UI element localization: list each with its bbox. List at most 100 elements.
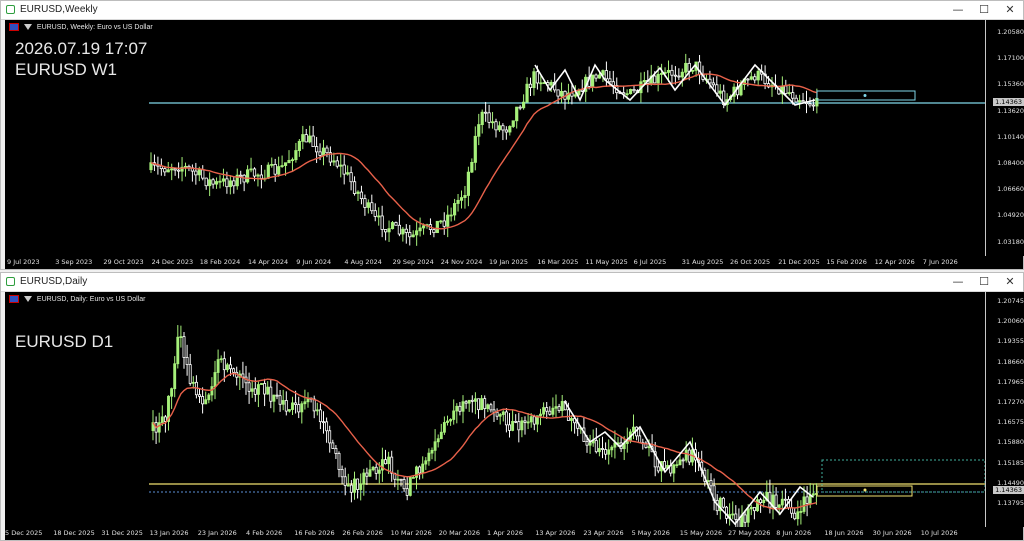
daily-candle-body (353, 478, 356, 493)
weekly-candle-body (270, 163, 274, 166)
weekly-price-label: 1.04920 (997, 211, 1024, 220)
weekly-candle-body (176, 169, 181, 172)
weekly-candle-body (494, 121, 498, 131)
weekly-time-label: 29 Sep 2024 (392, 258, 434, 266)
daily-time-label: 13 Apr 2026 (535, 529, 576, 537)
weekly-time-label: 21 Dec 2025 (778, 258, 820, 266)
weekly-plot-area[interactable]: EURUSD, Weekly: Euro vs US Dollar 2026.0… (5, 20, 985, 256)
daily-titlebar[interactable]: EURUSD,Daily — ☐ ✕ (1, 273, 1023, 292)
daily-candle-body (439, 431, 443, 440)
weekly-candle-body (166, 169, 170, 173)
weekly-candle-body (352, 181, 357, 194)
chart-app-icon (6, 5, 15, 14)
weekly-time-scale[interactable]: 9 Jul 2023 3 Sep 2023 29 Oct 2023 24 Dec 20… (5, 256, 1023, 269)
daily-candle-body (721, 497, 725, 508)
weekly-price-label: 1.03180 (997, 237, 1024, 246)
chart-menu-icon[interactable] (23, 24, 32, 30)
weekly-candle-body (497, 125, 502, 131)
daily-candle-body (340, 469, 344, 478)
weekly-candle-body (359, 191, 364, 200)
flag-icon (9, 295, 19, 303)
weekly-price-scale[interactable]: 1.20580 1.17100 1.15360 1.13620 1.10140 1.084… (985, 20, 1024, 256)
daily-candle-body (480, 398, 484, 411)
weekly-candle-body (356, 191, 360, 194)
weekly-candle-body (401, 228, 405, 235)
chart-menu-icon[interactable] (23, 296, 32, 302)
weekly-time-label: 6 Jul 2025 (633, 258, 667, 266)
weekly-candle-body (225, 178, 229, 188)
weekly-candle-body (221, 178, 226, 182)
weekly-candle-body (318, 151, 322, 156)
daily-candle-body (749, 507, 753, 510)
daily-candle-body (467, 399, 471, 404)
weekly-candle-body (411, 234, 415, 238)
minimize-button[interactable]: — (945, 273, 971, 291)
daily-candle-body (687, 449, 691, 463)
weekly-price-label: 1.08400 (997, 159, 1024, 167)
weekly-candle-body (390, 222, 395, 230)
weekly-projection-marker (863, 94, 867, 97)
daily-candle-body (390, 456, 394, 474)
weekly-header-text: EURUSD, Weekly: Euro vs US Dollar (36, 23, 153, 31)
weekly-candle-body (611, 81, 615, 86)
weekly-candle-body (163, 168, 167, 173)
daily-candle-body (597, 448, 601, 453)
daily-candle-body (216, 359, 220, 373)
maximize-button[interactable]: ☐ (971, 273, 997, 291)
close-button[interactable]: ✕ (997, 273, 1023, 291)
weekly-time-label: 24 Dec 2023 (151, 258, 194, 266)
daily-candle-body (632, 426, 635, 433)
daily-time-scale[interactable]: 5 Dec 2025 18 Dec 2025 31 Dec 2025 13 Jan 2… (5, 527, 1023, 540)
daily-price-label: 1.20060 (997, 317, 1024, 326)
daily-candle-body (731, 513, 735, 516)
weekly-candle-body (325, 147, 329, 154)
weekly-candle-body (435, 220, 439, 234)
daily-candle-body (483, 398, 487, 409)
weekly-candle-body (197, 169, 201, 176)
weekly-candle-body (642, 80, 646, 83)
weekly-moving-average (150, 73, 818, 230)
daily-price-label: 1.20745 (997, 297, 1024, 305)
daily-candle-body (638, 435, 642, 444)
minimize-button[interactable]: — (945, 1, 971, 19)
weekly-candle-body (660, 73, 664, 75)
daily-candle-body (421, 463, 425, 474)
daily-candle-body (663, 461, 666, 469)
close-button[interactable]: ✕ (997, 1, 1023, 19)
weekly-candle-body (208, 179, 212, 187)
maximize-button[interactable]: ☐ (971, 1, 997, 19)
daily-candle-body (387, 456, 391, 465)
daily-candle-body (225, 364, 229, 371)
daily-candle-body (408, 477, 412, 496)
weekly-candle-body (559, 90, 564, 97)
weekly-time-label: 11 May 2025 (585, 258, 628, 266)
daily-candle-body (780, 498, 784, 506)
daily-candle-body (396, 478, 400, 481)
daily-plot-area[interactable]: EURUSD, Daily: Euro vs US Dollar EURUSD … (5, 292, 985, 527)
weekly-candle-body (290, 159, 295, 162)
weekly-titlebar[interactable]: EURUSD,Weekly — ☐ ✕ (1, 1, 1023, 20)
daily-candle-body (269, 386, 273, 402)
daily-price-scale[interactable]: 1.20745 1.20060 1.19355 1.18660 1.17965 1.172… (985, 292, 1024, 527)
daily-candle-body (294, 402, 298, 405)
daily-candle-body (297, 404, 301, 413)
daily-candle-body (532, 416, 536, 425)
weekly-candle-body (656, 73, 660, 84)
daily-candle-body (185, 357, 189, 366)
daily-candle-body (291, 402, 294, 410)
weekly-current-price-tag: 1.14363 (993, 98, 1024, 106)
daily-candle-body (418, 466, 422, 474)
weekly-candle-body (363, 198, 367, 208)
daily-candle-body (796, 511, 800, 520)
weekly-candle-body (515, 106, 519, 122)
daily-candle-body (756, 499, 759, 512)
weekly-candle-body (339, 164, 343, 167)
weekly-candle-body (628, 88, 633, 95)
weekly-candle-body (273, 163, 277, 175)
weekly-candle-body (418, 227, 422, 232)
daily-time-label: 15 May 2026 (679, 529, 723, 537)
weekly-candle-body (383, 229, 388, 233)
daily-chart-window: EURUSD,Daily — ☐ ✕ EURUSD, Daily: Euro v… (0, 272, 1024, 541)
weekly-candle-body (266, 164, 270, 179)
weekly-candle-body (373, 210, 377, 217)
